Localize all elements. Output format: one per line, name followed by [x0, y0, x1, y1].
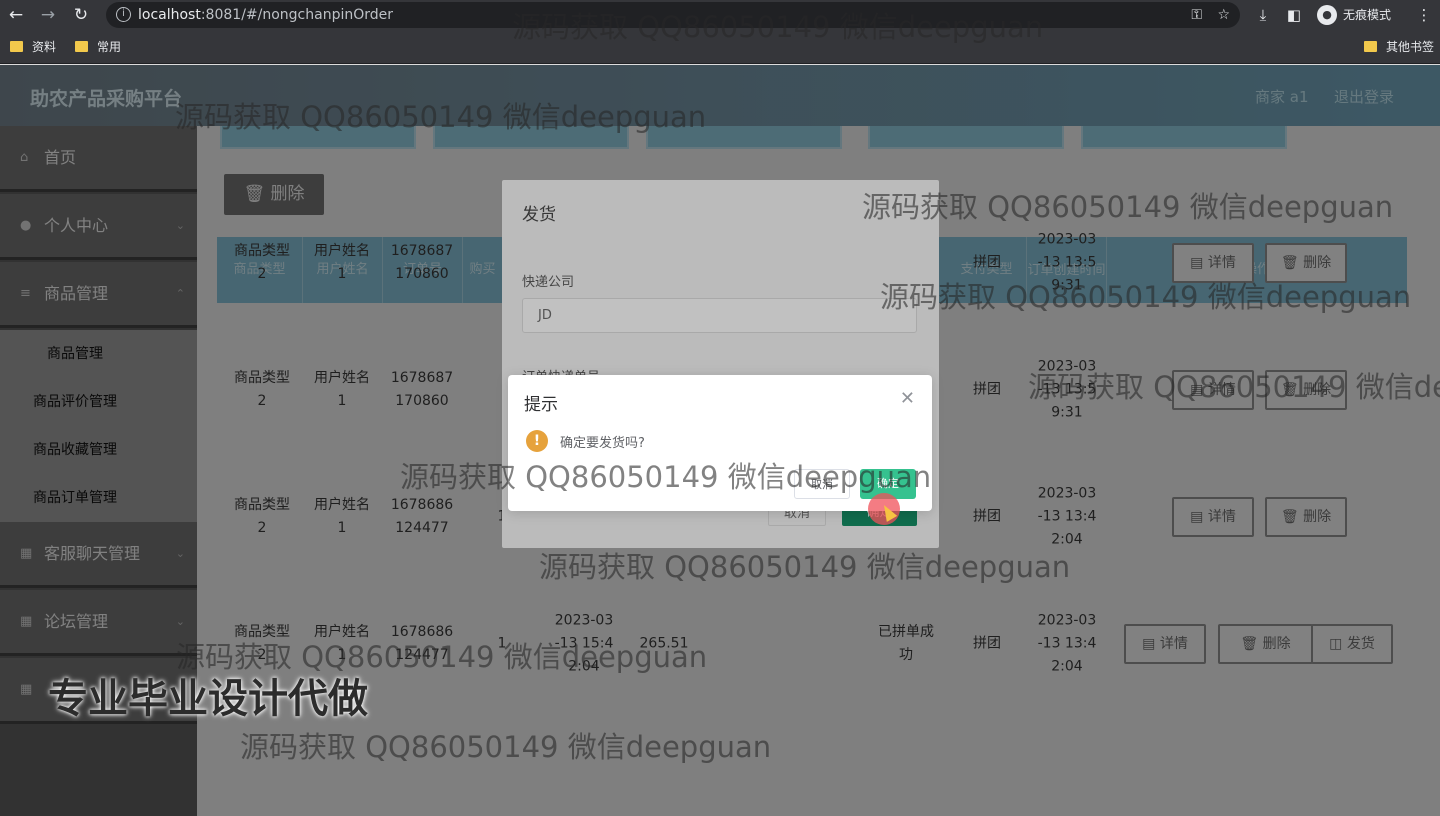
folder-icon — [10, 41, 23, 52]
close-icon[interactable]: ✕ — [900, 388, 915, 409]
sidepanel-icon[interactable]: ◧ — [1283, 4, 1305, 26]
message-box-title: 提示 — [524, 395, 558, 415]
key-icon[interactable]: ⚿ — [1191, 2, 1202, 28]
watermark-text: 源码获取 QQ86050149 微信deepguan — [539, 550, 1071, 584]
incognito-indicator[interactable]: ● 无痕模式 — [1313, 3, 1401, 27]
message-text: 确定要发货吗? — [560, 436, 645, 451]
warning-icon: ! — [526, 430, 548, 452]
url-path: :8081/#/nongchanpinOrder — [200, 7, 394, 23]
watermark-text: 源码获取 QQ86050149 微信deepguan — [880, 280, 1412, 314]
bookmark-folder[interactable]: 常用 — [75, 39, 121, 55]
download-icon[interactable]: ⤓ — [1252, 4, 1274, 26]
url-host: localhost — [138, 7, 201, 23]
back-icon[interactable]: ← — [5, 4, 27, 26]
screen: { "browser": { "url_host": "localhost", … — [0, 0, 1440, 816]
watermark-text: 源码获取 QQ86050149 微信deepguan — [240, 730, 772, 764]
reload-icon[interactable]: ↻ — [70, 4, 92, 26]
other-bookmarks[interactable]: 其他书签 — [1364, 39, 1434, 55]
folder-icon — [1364, 41, 1377, 52]
watermark-text: 源码获取 QQ86050149 微信deepguan — [175, 100, 707, 134]
info-icon[interactable]: i — [116, 7, 131, 22]
incognito-icon: ● — [1317, 5, 1337, 25]
watermark-text: 源码获取 QQ86050149 微信deepguan — [512, 10, 1044, 44]
folder-icon — [75, 41, 88, 52]
watermark-text: 源码获取 QQ86050149 微信deepguan — [400, 460, 932, 494]
forward-icon[interactable]: → — [37, 4, 59, 26]
promo-banner: 专业毕业设计代做 — [48, 676, 368, 722]
watermark-text: 源码获取 QQ86050149 微信deepguan — [862, 190, 1394, 224]
incognito-label: 无痕模式 — [1343, 8, 1392, 22]
watermark-text: 源码获取 QQ86050149 微信deepguan — [1028, 370, 1440, 404]
bookmark-folder[interactable]: 资料 — [10, 39, 56, 55]
star-icon[interactable]: ☆ — [1217, 2, 1230, 28]
more-icon[interactable]: ⋮ — [1413, 4, 1435, 26]
